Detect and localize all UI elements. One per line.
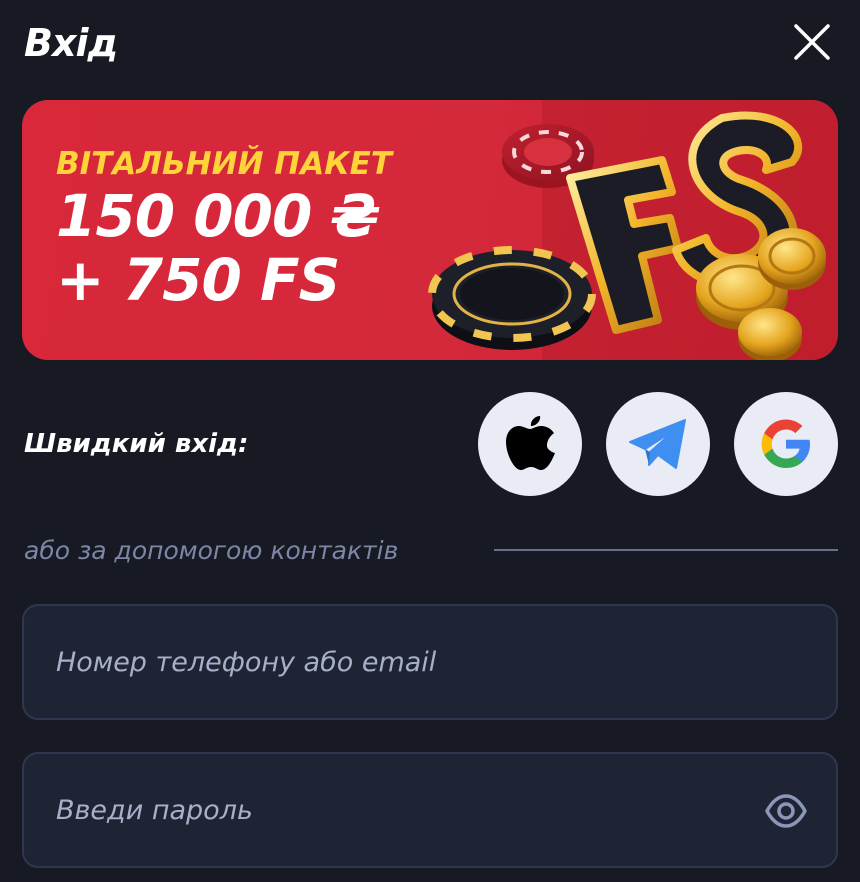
close-icon xyxy=(794,24,830,60)
quick-login-label: Швидкий вхід: xyxy=(24,429,249,459)
eye-icon xyxy=(765,794,807,828)
telegram-login-button[interactable] xyxy=(606,392,710,496)
page-title: Вхід xyxy=(24,21,118,65)
telegram-icon xyxy=(629,419,686,469)
show-password-button[interactable] xyxy=(764,791,808,831)
password-field-container xyxy=(22,752,838,868)
phone-or-email-input[interactable] xyxy=(56,606,756,718)
apple-icon xyxy=(506,416,555,470)
contacts-divider-text: або за допомогою контактів xyxy=(24,536,399,565)
close-button[interactable] xyxy=(790,20,834,64)
apple-login-button[interactable] xyxy=(478,392,582,496)
password-input[interactable] xyxy=(56,754,756,866)
banner-bonus-amount: 150 000 ₴ xyxy=(56,182,380,250)
welcome-bonus-banner[interactable]: ВІТАЛЬНИЙ ПАКЕТ 150 000 ₴ + 750 FS xyxy=(22,100,838,360)
google-icon xyxy=(761,419,810,468)
banner-free-spins: + 750 FS xyxy=(56,246,340,314)
google-login-button[interactable] xyxy=(734,392,838,496)
divider-line xyxy=(494,549,838,551)
banner-subtitle: ВІТАЛЬНИЙ ПАКЕТ xyxy=(56,146,392,182)
login-field-container xyxy=(22,604,838,720)
